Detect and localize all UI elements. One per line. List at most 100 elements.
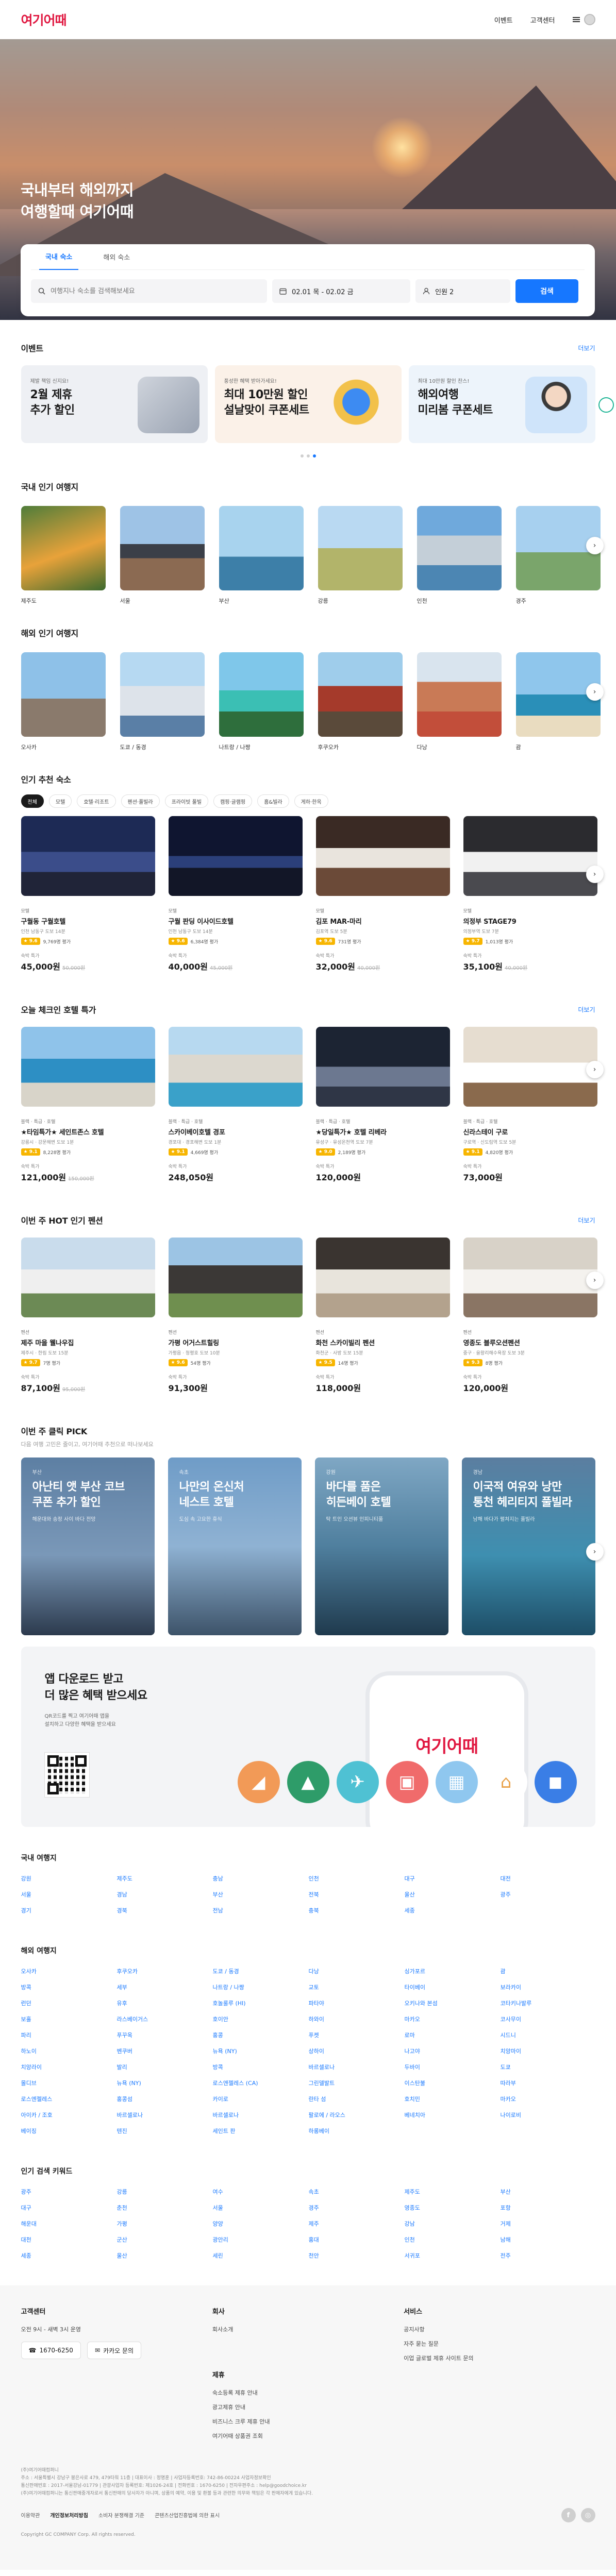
region-link[interactable]: 대구	[405, 1874, 501, 1883]
destination-link[interactable]: 하롱베이	[309, 2127, 405, 2135]
destination-link[interactable]: 세부	[117, 1983, 213, 1991]
destination-link[interactable]: 상하이	[309, 2047, 405, 2055]
keyword-link[interactable]: 세린	[213, 2251, 309, 2260]
destination-link[interactable]: 푸켓	[309, 2031, 405, 2039]
destination-link[interactable]: 교토	[309, 1983, 405, 1991]
dispute-link[interactable]: 소비자 분쟁해결 기준	[98, 2511, 144, 2519]
region-link[interactable]: 경북	[117, 1906, 213, 1914]
destination-link[interactable]: 코타키나발루	[501, 1999, 596, 2007]
nav-events-link[interactable]: 이벤트	[494, 15, 513, 25]
next-arrow-button[interactable]: ›	[586, 537, 604, 554]
region-link[interactable]: 부산	[213, 1890, 309, 1899]
keyword-link[interactable]: 영종도	[405, 2204, 501, 2212]
footer-link[interactable]: 공지사항	[404, 2325, 595, 2333]
next-arrow-button[interactable]: ›	[586, 1061, 604, 1078]
destination-link[interactable]: 몰디브	[21, 2079, 117, 2087]
stay-card[interactable]: 펜션 영종도 블루오션펜션 중구 · 을왕리해수욕장 도보 3분 ★ 9.3 8명…	[463, 1238, 597, 1394]
stay-card[interactable]: 펜션 가평 어거스트힐링 가평읍 · 청평호 도보 10분 ★ 9.6 54명 평…	[168, 1238, 303, 1394]
region-link[interactable]: 광주	[501, 1890, 596, 1899]
destination-link[interactable]: 텐진	[117, 2127, 213, 2135]
pagination-dot-active[interactable]	[312, 454, 316, 457]
phone-button[interactable]: ☎ 1670-6250	[21, 2342, 81, 2359]
filter-chip[interactable]: 펜션·풀빌라	[121, 794, 160, 808]
destination-link[interactable]: 파리	[21, 2031, 117, 2039]
destination-link[interactable]: 베네치아	[405, 2111, 501, 2119]
keyword-link[interactable]: 서귀포	[405, 2251, 501, 2260]
pick-card[interactable]: 강원 바다를 품은 히든베이 호텔 탁 트인 오션뷰 인피니티풀	[314, 1458, 448, 1635]
floating-chat-icon[interactable]	[598, 397, 614, 413]
stay-card[interactable]: 블랙 · 특급 · 호텔 스카이베이호텔 경포 경포대 · 경포해변 도보 1분…	[168, 1027, 303, 1183]
filter-chip-all[interactable]: 전체	[21, 794, 44, 808]
destination-link[interactable]: 뉴욕 (NY)	[117, 2079, 213, 2087]
stay-card[interactable]: 펜션 제주 마을 웰나우집 제주시 · 한림 도보 15분 ★ 9.7 7명 평가…	[21, 1238, 155, 1394]
instagram-icon[interactable]: ◎	[580, 2508, 595, 2522]
destination-link[interactable]: 런던	[21, 1999, 117, 2007]
guest-picker[interactable]: 인원 2	[415, 279, 510, 303]
destination-link[interactable]: 도쿄	[501, 2063, 596, 2071]
keyword-link[interactable]: 여수	[213, 2188, 309, 2196]
destination-link[interactable]: 바르셀로나	[213, 2111, 309, 2119]
keyword-link[interactable]: 가평	[117, 2219, 213, 2228]
region-link[interactable]: 대전	[501, 1874, 596, 1883]
region-link[interactable]: 서울	[21, 1890, 117, 1899]
destination-link[interactable]: 하노이	[21, 2047, 117, 2055]
destination-link[interactable]: 시드니	[501, 2031, 596, 2039]
pagination-dot[interactable]	[300, 454, 304, 457]
destination-link[interactable]: 나이로비	[501, 2111, 596, 2119]
region-link[interactable]: 제주도	[117, 1874, 213, 1883]
filter-chip[interactable]: 홈&빌라	[257, 794, 289, 808]
region-link[interactable]: 인천	[309, 1874, 405, 1883]
destination-link[interactable]: 바르셀로나	[309, 2063, 405, 2071]
keyword-link[interactable]: 서울	[213, 2204, 309, 2212]
destination-link[interactable]: 싱가포르	[405, 1967, 501, 1975]
keyword-link[interactable]: 울산	[117, 2251, 213, 2260]
region-link[interactable]: 경기	[21, 1906, 117, 1914]
destination-link[interactable]: 호치민	[405, 2095, 501, 2103]
stay-card[interactable]: 블랙 · 특급 · 호텔 ★당일특가★ 호텔 리베라 유성구 · 유성온천역 도…	[315, 1027, 450, 1183]
keyword-link[interactable]: 제주도	[405, 2188, 501, 2196]
filter-chip[interactable]: 모텔	[48, 794, 72, 808]
destination-link[interactable]: 뉴욕 (NY)	[213, 2047, 309, 2055]
destination-link[interactable]: 로스앤젤레스 (CA)	[213, 2079, 309, 2087]
keyword-link[interactable]: 전주	[501, 2251, 596, 2260]
next-arrow-button[interactable]: ›	[586, 1543, 604, 1561]
destination-link[interactable]: 나트랑 / 나짱	[213, 1983, 309, 1991]
keyword-link[interactable]: 홍대	[309, 2235, 405, 2244]
region-link[interactable]: 울산	[405, 1890, 501, 1899]
destination-link[interactable]: 오사카	[21, 1967, 117, 1975]
destination-link[interactable]: 홍콩섬	[117, 2095, 213, 2103]
destination-link[interactable]: 코사무이	[501, 2015, 596, 2023]
destination-link[interactable]: 바르셀로나	[117, 2111, 213, 2119]
keyword-link[interactable]: 세종	[21, 2251, 117, 2260]
event-card[interactable]: 최대 10만원 할인 찬스! 해외여행 미리봄 쿠폰세트	[408, 365, 595, 443]
footer-link[interactable]: 이업 글로벌 제휴 사이트 문의	[404, 2354, 595, 2362]
stay-card[interactable]: 모텔 구월 판딩 이사이드호텔 인천 남동구 도보 14분 ★ 9.6 6,384…	[168, 816, 303, 972]
destination-link[interactable]: 후쿠오카	[117, 1967, 213, 1975]
date-picker[interactable]: 02.01 목 - 02.02 금	[272, 279, 410, 303]
place-item[interactable]: 경주	[515, 506, 601, 605]
destination-link[interactable]: 세인트 판	[213, 2127, 309, 2135]
hotel-deal-more-link[interactable]: 더보기	[578, 1005, 595, 1014]
filter-chip[interactable]: 캠핑·글램핑	[213, 794, 253, 808]
destination-field[interactable]	[31, 279, 267, 303]
keyword-link[interactable]: 거제	[501, 2219, 596, 2228]
place-item[interactable]: 제주도	[21, 506, 106, 605]
events-more-link[interactable]: 더보기	[578, 344, 595, 352]
destination-link[interactable]: 유후	[117, 1999, 213, 2007]
stay-card[interactable]: 모텔 구월동 구월호텔 인천 남동구 도보 14분 ★ 9.6 9,769명 평가…	[21, 816, 155, 972]
facebook-icon[interactable]: f	[561, 2508, 576, 2522]
destination-link[interactable]: 치앙라이	[21, 2063, 117, 2071]
destination-link[interactable]: 카이로	[213, 2095, 309, 2103]
pagination-dot[interactable]	[306, 454, 310, 457]
region-link[interactable]: 전북	[309, 1890, 405, 1899]
event-card[interactable]: 풍성한 혜택 받아가세요! 최대 10만원 할인 설날맞이 쿠폰세트	[214, 365, 402, 443]
destination-link[interactable]: 라스베이거스	[117, 2015, 213, 2023]
place-item[interactable]: 나트랑 / 나짱	[219, 652, 304, 751]
tab-overseas[interactable]: 해외 숙소	[97, 244, 136, 270]
destination-link[interactable]: 하와이	[309, 2015, 405, 2023]
keyword-link[interactable]: 포항	[501, 2204, 596, 2212]
keyword-link[interactable]: 인천	[405, 2235, 501, 2244]
stay-card[interactable]: 모텔 의정부 STAGE79 의정부역 도보 7분 ★ 9.7 1,013명 평가…	[463, 816, 597, 972]
keyword-link[interactable]: 강남	[405, 2219, 501, 2228]
stay-card[interactable]: 모텔 김포 MAR-마리 김포역 도보 5분 ★ 9.6 731명 평가 숙박 특…	[315, 816, 450, 972]
